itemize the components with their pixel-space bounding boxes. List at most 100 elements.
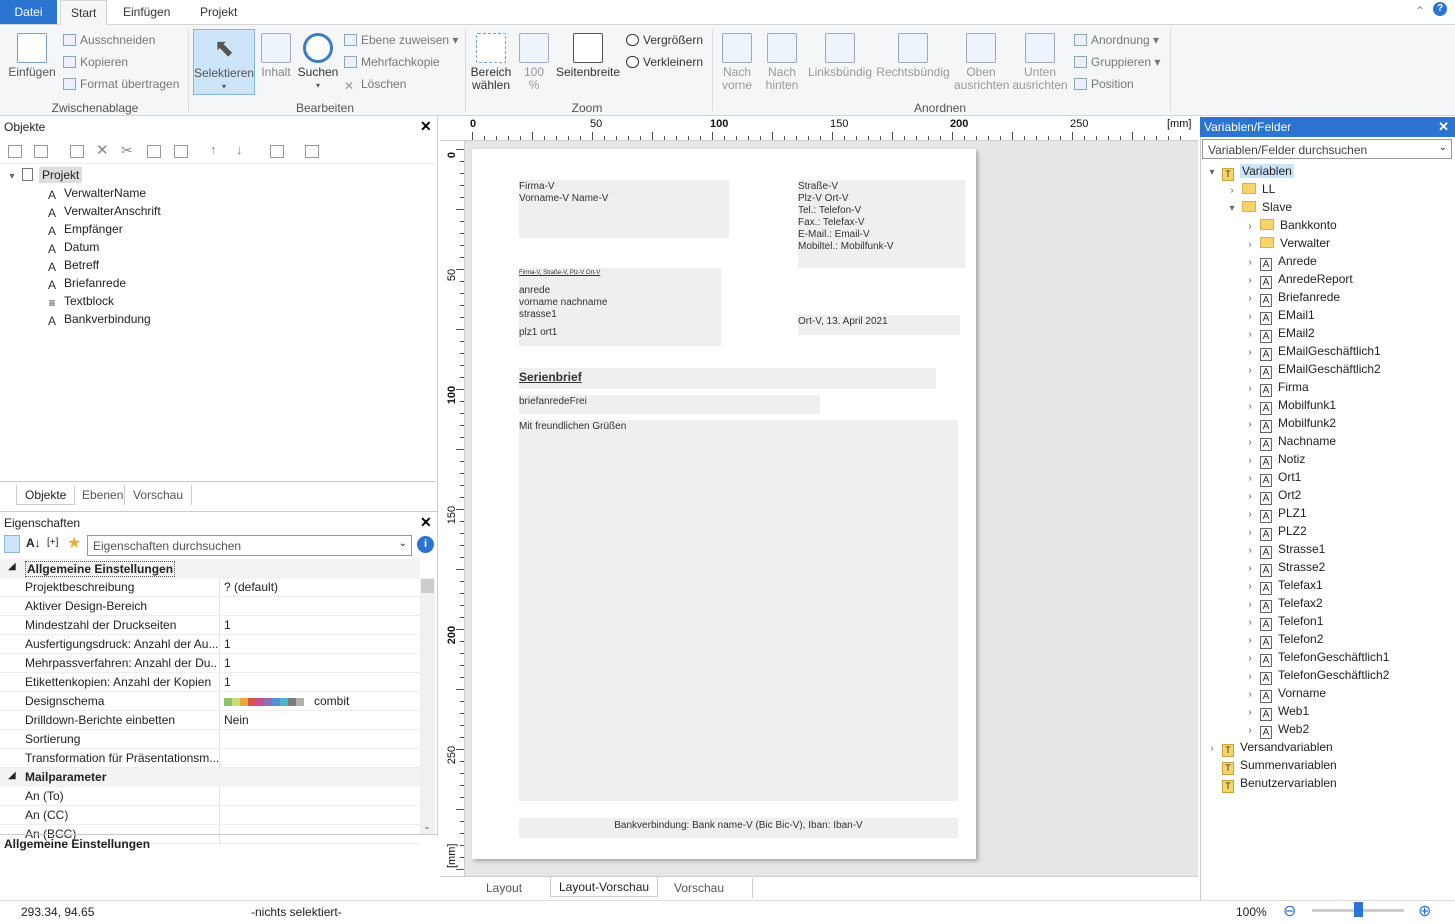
zoom-in-button[interactable]: Vergrößern <box>626 31 703 49</box>
tree-variables[interactable]: ▾ T Variablen <box>1206 162 1294 182</box>
move-down-icon[interactable]: ↓ <box>236 142 243 157</box>
tree-field[interactable]: › A Web1 <box>1244 702 1309 721</box>
tree-field[interactable]: › A PLZ2 <box>1244 522 1307 541</box>
tab-file[interactable]: Datei <box>0 0 57 25</box>
chevron-down-icon[interactable]: ▾ <box>1206 164 1218 182</box>
new-object-icon[interactable] <box>8 145 22 158</box>
bring-front-button[interactable]: Nach vorne <box>717 33 757 92</box>
assign-layer-button[interactable]: Ebene zuweisen ▾ <box>344 31 458 49</box>
cut-icon[interactable]: ✂ <box>121 142 133 159</box>
properties-search-input[interactable]: Eigenschaften durchsuchen ⌄ <box>87 535 412 556</box>
delete-button[interactable]: ✕ Löschen <box>344 75 406 93</box>
copy-icon[interactable] <box>147 145 161 158</box>
table-icon[interactable] <box>34 145 48 158</box>
property-row[interactable]: An (To) <box>0 787 420 806</box>
tree-send-variables[interactable]: › T Versandvariablen <box>1206 738 1333 757</box>
object-item[interactable]: ≡ Textblock <box>46 292 114 310</box>
zoom-100-button[interactable]: 100 % <box>516 33 552 92</box>
tree-field[interactable]: › A Web2 <box>1244 720 1309 739</box>
object-item[interactable]: A Bankverbindung <box>46 310 151 328</box>
position-button[interactable]: Position <box>1074 75 1134 93</box>
field-briefanrede[interactable]: briefanredeFrei <box>519 395 820 414</box>
move-up-icon[interactable]: ↑ <box>210 142 217 157</box>
order-button[interactable]: Anordnung ▾ <box>1074 31 1159 49</box>
property-row[interactable]: Ausfertigungsdruck: Anzahl der Au... 1 <box>0 635 420 654</box>
zoom-slider[interactable] <box>1312 902 1404 917</box>
tab-project[interactable]: Projekt <box>190 0 247 25</box>
zoom-in-icon[interactable]: ⊕ <box>1418 901 1431 921</box>
chevron-down-icon[interactable]: ▾ <box>6 168 18 186</box>
property-row[interactable]: Sortierung <box>0 730 420 749</box>
tree-field[interactable]: › A Notiz <box>1244 450 1305 469</box>
property-row[interactable]: Mindestzahl der Druckseiten 1 <box>0 616 420 635</box>
tab-objects[interactable]: Objekte <box>16 485 76 505</box>
section-general[interactable]: ◢ Allgemeine Einstellungen <box>0 559 420 579</box>
categorized-icon[interactable] <box>4 535 20 553</box>
sort-az-icon[interactable]: A↓ <box>26 536 41 550</box>
tree-field[interactable]: › A Briefanrede <box>1244 288 1340 307</box>
format-painter-button[interactable]: Format übertragen <box>63 75 179 93</box>
object-item[interactable]: A VerwalterAnschrift <box>46 202 161 220</box>
property-row[interactable]: Transformation für Präsentationsm... <box>0 749 420 768</box>
object-item[interactable]: A Briefanrede <box>46 274 126 292</box>
search-button[interactable]: Suchen ▾ <box>297 33 339 92</box>
list-icon[interactable] <box>305 145 319 158</box>
tree-field[interactable]: › A Nachname <box>1244 432 1336 451</box>
tab-preview-small[interactable]: Vorschau <box>124 485 193 505</box>
copy-button[interactable]: Kopieren <box>63 53 128 71</box>
favorites-star-icon[interactable]: ★ <box>67 533 81 553</box>
tree-folder[interactable]: › Verwalter <box>1244 234 1330 252</box>
tree-field[interactable]: › A TelefonGeschäftlich2 <box>1244 666 1389 685</box>
property-row[interactable]: Drilldown-Berichte einbetten Nein <box>0 711 420 730</box>
close-objects-icon[interactable]: ✕ <box>420 118 432 135</box>
property-row[interactable]: Mehrpassverfahren: Anzahl der Du... 1 <box>0 654 420 673</box>
content-button[interactable]: Inhalt <box>258 33 294 79</box>
area-select-button[interactable]: Bereich wählen <box>470 33 512 92</box>
close-variables-icon[interactable]: ✕ <box>1438 117 1449 137</box>
report-page[interactable]: Firma-V Vorname-V Name-V Straße-V Plz-V Or… <box>472 149 976 859</box>
properties-icon[interactable] <box>70 145 84 158</box>
property-row[interactable]: Designschema combit <box>0 692 420 711</box>
tab-layout-preview[interactable]: Layout-Vorschau <box>550 877 659 897</box>
field-datum[interactable]: Ort-V, 13. April 2021 <box>798 315 960 335</box>
field-textblock[interactable]: Mit freundlichen Grüßen <box>519 420 958 801</box>
tree-field[interactable]: › A Vorname <box>1244 684 1326 703</box>
tree-field[interactable]: › A Telefax2 <box>1244 594 1323 613</box>
align-left-button[interactable]: Linksbündig <box>806 33 874 79</box>
send-back-button[interactable]: Nach hinten <box>762 33 802 92</box>
tree-folder[interactable]: › Bankkonto <box>1244 216 1336 234</box>
section-mail[interactable]: ◢ Mailparameter <box>0 768 420 787</box>
tab-preview[interactable]: Vorschau <box>666 878 754 898</box>
tree-field[interactable]: › A EMailGeschäftlich2 <box>1244 360 1381 379</box>
close-properties-icon[interactable]: ✕ <box>420 514 432 531</box>
tree-field[interactable]: › A Strasse2 <box>1244 558 1325 577</box>
variables-search-input[interactable]: Variablen/Felder durchsuchen ⌄ <box>1202 139 1452 159</box>
tab-start[interactable]: Start <box>60 0 108 25</box>
select-button[interactable]: ⬉ Selektieren ▾ <box>193 29 255 95</box>
align-bottom-button[interactable]: Unten ausrichten <box>1012 33 1068 92</box>
tree-field[interactable]: › A Firma <box>1244 378 1309 397</box>
expand-all-icon[interactable]: [+] <box>47 537 58 548</box>
help-icon[interactable]: ? <box>1433 2 1447 16</box>
cut-button[interactable]: Ausschneiden <box>63 31 155 49</box>
info-icon[interactable]: i <box>417 536 434 553</box>
field-empfaenger[interactable]: Firma-V, Straße-V, Plz-V Ort-V anrede vor… <box>519 268 721 346</box>
tree-field[interactable]: › A Ort2 <box>1244 486 1301 505</box>
property-row[interactable]: Etikettenkopien: Anzahl der Kopien 1 <box>0 673 420 692</box>
tab-insert[interactable]: Einfügen <box>113 0 180 25</box>
tree-root-project[interactable]: ▾ Projekt <box>6 166 436 184</box>
delete-icon[interactable]: ✕ <box>96 141 109 159</box>
zoom-out-icon[interactable]: ⊖ <box>1283 901 1296 921</box>
tree-field[interactable]: › A Mobilfunk2 <box>1244 414 1336 433</box>
tree-field[interactable]: › A EMail1 <box>1244 306 1315 325</box>
collapse-ribbon-icon[interactable]: ⌃ <box>1415 4 1425 18</box>
tree-slave[interactable]: ▾ Slave <box>1226 198 1292 216</box>
tree-field[interactable]: › A EMail2 <box>1244 324 1315 343</box>
align-top-button[interactable]: Oben ausrichten <box>954 33 1009 92</box>
property-row[interactable]: Aktiver Design-Bereich <box>0 597 420 616</box>
tree-field[interactable]: › A Telefon2 <box>1244 630 1323 649</box>
tab-layout[interactable]: Layout <box>478 878 530 898</box>
scroll-thumb[interactable] <box>421 579 434 593</box>
tree-field[interactable]: › A EMailGeschäftlich1 <box>1244 342 1381 361</box>
object-item[interactable]: A VerwalterName <box>46 184 146 202</box>
